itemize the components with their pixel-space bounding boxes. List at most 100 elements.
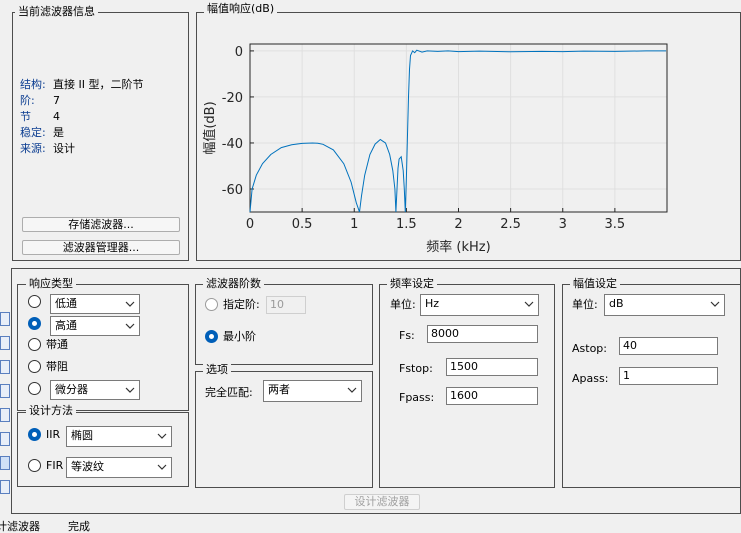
info-key-structure: 结构: — [20, 78, 46, 91]
fs-input[interactable]: 8000 — [427, 325, 538, 343]
frequency-spec-title: 频率设定 — [387, 278, 437, 290]
x-tick-label: 1 — [350, 217, 358, 232]
info-value-structure: 直接 II 型，二阶节 — [53, 78, 144, 91]
chart-grid — [249, 44, 667, 212]
chevron-down-icon — [125, 387, 135, 393]
radio-minimum-order[interactable] — [205, 330, 218, 343]
x-tick-label: 0.5 — [292, 217, 313, 232]
chart-ticks: 0 0.5 1 1.5 2 2.5 3 3.5 0 -20 -40 -60 — [222, 45, 625, 232]
magnitude-plot-title: 幅值响应(dB) — [204, 3, 278, 15]
fir-method-value: 等波纹 — [71, 460, 104, 473]
design-filter-button[interactable]: 设计滤波器 — [344, 494, 420, 510]
highpass-dropdown[interactable]: 高通 — [50, 316, 140, 336]
differentiator-dropdown[interactable]: 微分器 — [50, 380, 140, 400]
x-tick-label: 0 — [246, 217, 254, 232]
radio-fir[interactable] — [28, 459, 41, 472]
left-toolbar — [0, 300, 11, 510]
magnitude-spec-title: 幅值设定 — [570, 278, 620, 290]
status-right-text: 完成 — [68, 520, 90, 533]
design-filter-tool-icon[interactable] — [0, 456, 10, 470]
filter-manager-button[interactable]: 滤波器管理器... — [22, 240, 180, 255]
fpass-label: Fpass: — [399, 391, 435, 404]
multirate-tool-icon[interactable] — [0, 432, 10, 446]
quantize-tool-icon[interactable] — [0, 360, 10, 374]
y-tick-label: -40 — [222, 137, 243, 152]
filter-info-title: 当前滤波器信息 — [15, 6, 98, 18]
astop-label: Astop: — [572, 342, 607, 355]
radio-bandpass[interactable] — [28, 338, 41, 351]
x-tick-label: 3 — [559, 217, 567, 232]
options-title: 选项 — [203, 364, 231, 376]
x-tick-label: 1.5 — [396, 217, 417, 232]
chart-y-axis-label: 幅值(dB) — [202, 101, 218, 154]
info-key-source: 来源: — [20, 142, 46, 155]
y-tick-label: 0 — [235, 45, 243, 60]
chart-x-axis-label: 频率 (kHz) — [426, 239, 490, 255]
specify-order-input[interactable]: 10 — [266, 296, 306, 314]
fir-label: FIR — [46, 459, 64, 472]
mag-unit-dropdown[interactable]: dB — [604, 294, 725, 316]
fstop-input[interactable]: 1500 — [446, 358, 538, 376]
import-filter-tool-icon[interactable] — [0, 408, 10, 422]
iir-label: IIR — [46, 428, 61, 441]
transform-tool-icon[interactable] — [0, 336, 10, 350]
differentiator-label: 微分器 — [55, 383, 88, 396]
chevron-down-icon — [524, 301, 534, 307]
bandpass-label[interactable]: 带通 — [46, 338, 68, 351]
chevron-down-icon — [125, 323, 135, 329]
match-exactly-value: 两者 — [268, 383, 290, 396]
status-left-text: 计滤波器 — [0, 520, 40, 533]
pole-zero-tool-icon[interactable] — [0, 312, 10, 326]
mag-unit-value: dB — [609, 297, 624, 310]
radio-specify-order[interactable] — [205, 298, 218, 311]
y-tick-label: -60 — [222, 183, 243, 198]
x-tick-label: 2.5 — [500, 217, 521, 232]
fpass-input[interactable]: 1600 — [446, 387, 538, 405]
y-tick-label: -20 — [222, 91, 243, 106]
highpass-label: 高通 — [55, 319, 77, 332]
minimum-order-label: 最小阶 — [223, 330, 256, 343]
match-exactly-label: 完全匹配: — [205, 386, 253, 399]
radio-bandstop[interactable] — [28, 360, 41, 373]
filter-order-title: 滤波器阶数 — [203, 278, 264, 290]
x-tick-label: 3.5 — [605, 217, 626, 232]
chevron-down-icon — [125, 301, 135, 307]
x-tick-label: 2 — [454, 217, 462, 232]
bandstop-label[interactable]: 带阻 — [46, 360, 68, 373]
fir-method-dropdown[interactable]: 等波纹 — [66, 457, 172, 478]
apass-input[interactable]: 1 — [619, 367, 718, 385]
info-value-source: 设计 — [53, 142, 75, 155]
info-value-stable: 是 — [53, 126, 64, 139]
store-filter-button[interactable]: 存储滤波器... — [22, 217, 180, 232]
magnitude-chart[interactable]: 0 0.5 1 1.5 2 2.5 3 3.5 0 -20 -40 -60 频率 (kHz) 幅值(d… — [197, 18, 740, 260]
info-value-sections: 4 — [53, 110, 60, 123]
filter-manager-tool-icon[interactable] — [0, 480, 10, 494]
design-method-title: 设计方法 — [26, 405, 76, 417]
info-value-order: 7 — [53, 94, 60, 107]
freq-unit-label: 单位: — [390, 298, 416, 311]
fs-label: Fs: — [399, 329, 415, 342]
info-key-order: 阶: — [20, 94, 35, 107]
astop-input[interactable]: 40 — [619, 337, 718, 355]
radio-differentiator[interactable] — [28, 382, 41, 395]
info-key-sections: 节 — [20, 110, 31, 123]
chevron-down-icon — [157, 433, 167, 439]
info-key-stable: 稳定: — [20, 126, 46, 139]
freq-unit-dropdown[interactable]: Hz — [420, 294, 539, 316]
response-type-title: 响应类型 — [26, 278, 76, 290]
specify-order-label: 指定阶: — [223, 298, 260, 311]
apass-label: Apass: — [572, 372, 609, 385]
radio-lowpass[interactable] — [28, 295, 41, 308]
chevron-down-icon — [710, 301, 720, 307]
radio-iir[interactable] — [28, 428, 41, 441]
realize-model-tool-icon[interactable] — [0, 384, 10, 398]
chevron-down-icon — [347, 387, 357, 393]
lowpass-dropdown[interactable]: 低通 — [50, 294, 140, 314]
match-exactly-dropdown[interactable]: 两者 — [263, 380, 362, 402]
fstop-label: Fstop: — [399, 362, 433, 375]
iir-method-value: 椭圆 — [71, 429, 93, 442]
iir-method-dropdown[interactable]: 椭圆 — [66, 426, 172, 447]
radio-highpass[interactable] — [28, 317, 41, 330]
chevron-down-icon — [157, 464, 167, 470]
freq-unit-value: Hz — [425, 297, 440, 310]
